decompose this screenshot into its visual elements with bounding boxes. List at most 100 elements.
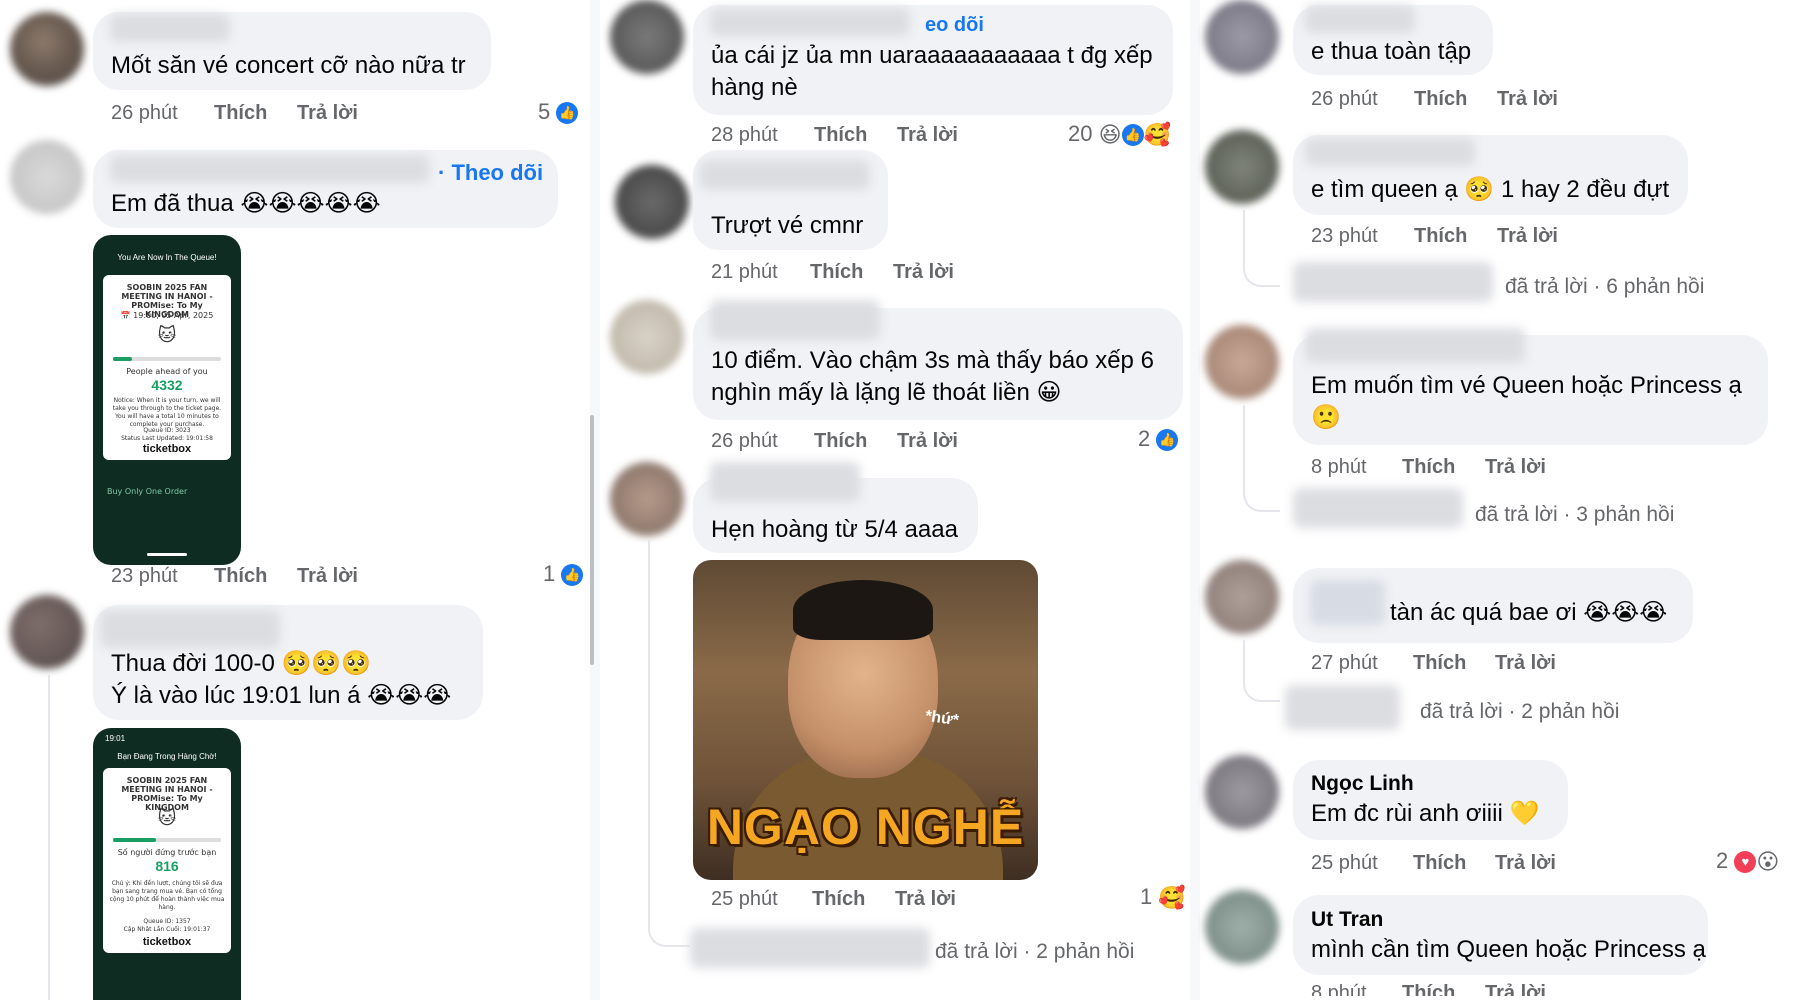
reply-button[interactable]: Trả lời xyxy=(1485,982,1546,996)
commenter-avatar[interactable] xyxy=(610,0,684,74)
like-button[interactable]: Thích xyxy=(1414,225,1467,248)
view-replies-link[interactable]: đã trả lời · 2 phản hồi xyxy=(1420,700,1619,724)
reply-button[interactable]: Trả lời xyxy=(893,261,954,284)
replier-avatar-name-blurred[interactable] xyxy=(1293,262,1493,302)
commenter-name-blurred[interactable] xyxy=(710,300,880,340)
view-replies-link[interactable]: đã trả lời · 2 phản hồi xyxy=(935,940,1134,964)
like-button[interactable]: Thích xyxy=(214,102,267,125)
commenter-avatar[interactable] xyxy=(610,462,684,536)
follow-link[interactable]: · Theo dõi xyxy=(438,160,543,186)
like-button[interactable]: Thích xyxy=(214,565,267,588)
view-replies-link[interactable]: đã trả lời · 3 phản hồi xyxy=(1475,503,1674,527)
follow-link[interactable]: eo dõi xyxy=(925,14,984,37)
reply-button[interactable]: Trả lời xyxy=(297,565,358,588)
commenter-avatar[interactable] xyxy=(610,300,684,374)
commenter-name-blurred[interactable] xyxy=(1305,5,1415,33)
reaction-count[interactable]: 20 😆 👍 🥰 xyxy=(1068,121,1171,148)
commenter-name-blurred[interactable] xyxy=(100,610,280,648)
commenter-name[interactable]: Ngọc Linh xyxy=(1311,772,1414,796)
commenter-avatar[interactable] xyxy=(1205,130,1279,204)
thread-line xyxy=(1243,405,1245,485)
meme-caption: NGẠO NGHỄ xyxy=(706,799,1025,855)
event-title: SOOBIN 2025 FAN MEETING IN HANOI - PROMi… xyxy=(121,776,213,812)
comment-text-line-1: ủa cái jz ủa mn uaraaaaaaaaaaa t đg xếp xyxy=(711,42,1153,69)
queue-screenshot-1[interactable]: You Are Now In The Queue! SOOBIN 2025 FA… xyxy=(93,235,241,565)
like-button[interactable]: Thích xyxy=(812,888,865,911)
queue-updated: Status Last Updated: 19:01:58 xyxy=(121,435,213,442)
commenter-name-blurred[interactable] xyxy=(110,14,230,42)
progress-bar xyxy=(113,357,221,361)
comment-text-line-2: nghìn mấy là lặng lẽ thoát liền 😀 xyxy=(711,379,1062,406)
reply-button[interactable]: Trả lời xyxy=(1495,652,1556,675)
like-button[interactable]: Thích xyxy=(1413,852,1466,875)
comment-time: 8 phút xyxy=(1311,982,1367,996)
replier-avatar-name-blurred[interactable] xyxy=(1285,685,1400,730)
reply-button[interactable]: Trả lời xyxy=(1495,852,1556,875)
commenter-avatar[interactable] xyxy=(1205,560,1279,634)
comment-time: 26 phút xyxy=(111,102,178,124)
queue-title: You Are Now In The Queue! xyxy=(117,253,217,262)
like-button[interactable]: Thích xyxy=(1402,982,1455,996)
reply-button[interactable]: Trả lời xyxy=(1485,456,1546,479)
like-button[interactable]: Thích xyxy=(810,261,863,284)
commenter-name-blurred[interactable] xyxy=(110,155,430,183)
replier-avatar-name-blurred[interactable] xyxy=(690,928,930,968)
comment-text: Trượt vé cmnr xyxy=(711,212,864,239)
commenter-avatar[interactable] xyxy=(1205,325,1279,399)
queue-ahead-label: People ahead of you xyxy=(126,367,208,376)
reply-button[interactable]: Trả lời xyxy=(1497,225,1558,248)
commenter-name-blurred[interactable] xyxy=(1305,328,1525,363)
commenter-name-blurred[interactable] xyxy=(1310,580,1385,625)
like-button[interactable]: Thích xyxy=(814,430,867,453)
commenter-avatar[interactable] xyxy=(1205,755,1279,829)
like-button[interactable]: Thích xyxy=(1413,652,1466,675)
commenter-avatar[interactable] xyxy=(1205,0,1279,74)
comment-text-line-2: Ý là vào lúc 19:01 lun á 😭😭😭 xyxy=(111,682,452,709)
like-button[interactable]: Thích xyxy=(1414,88,1467,111)
queue-number: 816 xyxy=(155,858,179,874)
reply-button[interactable]: Trả lời xyxy=(1497,88,1558,111)
meme-person-hair xyxy=(793,580,933,640)
commenter-name-blurred[interactable] xyxy=(1305,138,1475,166)
commenter-avatar[interactable] xyxy=(10,12,84,86)
commenter-avatar[interactable] xyxy=(615,165,689,239)
reaction-count[interactable]: 5 👍 xyxy=(538,99,579,125)
thread-line xyxy=(648,540,650,910)
reply-button[interactable]: Trả lời xyxy=(297,102,358,125)
commenter-name-blurred[interactable] xyxy=(700,160,870,190)
queue-notice: Chú ý: Khi đến lượt, chúng tôi sẽ đưa bạ… xyxy=(109,880,225,911)
commenter-name-blurred[interactable] xyxy=(710,462,860,502)
replier-avatar-name-blurred[interactable] xyxy=(1293,488,1463,528)
like-button[interactable]: Thích xyxy=(814,124,867,147)
reaction-count[interactable]: 1 👍 xyxy=(543,561,584,587)
queue-footer: Buy Only One Order xyxy=(107,487,188,496)
queue-notice: Notice: When it is your turn, we will ta… xyxy=(112,397,222,428)
commenter-name[interactable]: Ut Tran xyxy=(1311,908,1383,932)
commenter-avatar[interactable] xyxy=(10,595,84,669)
commenter-avatar[interactable] xyxy=(10,140,84,214)
commenter-avatar[interactable] xyxy=(1205,890,1279,964)
comment-time: 8 phút xyxy=(1311,456,1367,478)
commenter-name-blurred[interactable] xyxy=(710,8,910,36)
reaction-count[interactable]: 2 👍 xyxy=(1138,426,1179,452)
ticketbox-logo: ticketbox xyxy=(142,936,192,948)
reaction-count[interactable]: 2 ♥ 😮 xyxy=(1716,848,1779,875)
reply-button[interactable]: Trả lời xyxy=(897,430,958,453)
home-indicator xyxy=(147,553,187,556)
comment-text-line-2: hàng nè xyxy=(711,74,798,101)
comment-text-line-2: 🙁 xyxy=(1311,404,1341,431)
comment-time: 25 phút xyxy=(1311,852,1378,874)
progress-fill xyxy=(113,357,133,361)
like-button[interactable]: Thích xyxy=(1402,456,1455,479)
view-replies-link[interactable]: đã trả lời · 6 phản hồi xyxy=(1505,275,1704,299)
reply-button[interactable]: Trả lời xyxy=(897,124,958,147)
like-reaction-icon: 👍 xyxy=(561,564,584,587)
queue-screenshot-2[interactable]: 19:01 Bạn Đang Trong Hàng Chờ! SOOBIN 20… xyxy=(93,728,241,1000)
meme-image[interactable]: *hứ* NGẠO NGHỄ xyxy=(693,560,1038,880)
reply-button[interactable]: Trả lời xyxy=(895,888,956,911)
queue-card: SOOBIN 2025 FAN MEETING IN HANOI - PROMi… xyxy=(103,768,231,953)
reaction-count[interactable]: 1 🥰 xyxy=(1140,884,1186,911)
comment-text: Mốt săn vé concert cỡ nào nữa tr xyxy=(111,52,466,79)
scrollbar[interactable] xyxy=(590,415,594,665)
reaction-count-value: 2 xyxy=(1138,426,1151,451)
